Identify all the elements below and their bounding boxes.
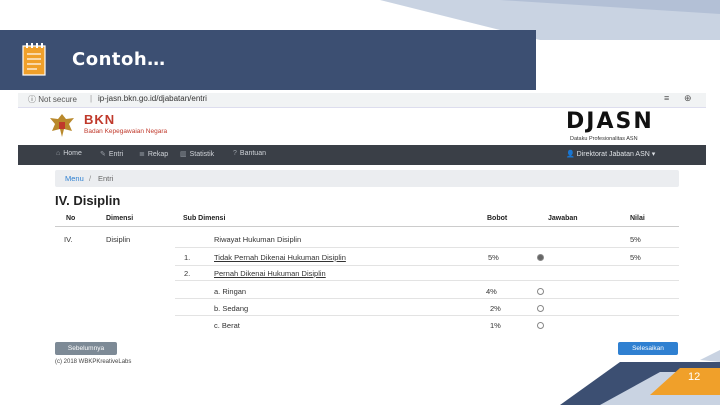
breadcrumb-separator: / <box>89 174 92 183</box>
cell-sub-dimensi: Tidak Pernah Dikenai Hukuman Disiplin <box>214 253 346 262</box>
cell-no: IV. <box>64 235 73 244</box>
site-header: BKN Badan Kepegawaian Negara DJASN Datak… <box>18 107 706 145</box>
nav-item-rekap[interactable]: ≣ Rekap <box>139 150 168 158</box>
nav-bar: ⌂ Home ✎ Entri ≣ Rekap ▥ Statistik ? Bantuan … <box>18 145 706 165</box>
nav-item-home[interactable]: ⌂ Home <box>56 150 82 157</box>
cell-nilai: 5% <box>630 235 641 244</box>
breadcrumb: Menu / Entri <box>55 170 679 187</box>
answer-radio[interactable] <box>537 254 544 261</box>
col-bobot: Bobot <box>487 215 508 222</box>
breadcrumb-home[interactable]: Menu <box>65 174 84 183</box>
answer-radio[interactable] <box>537 305 544 312</box>
user-icon: 👤 <box>566 151 577 158</box>
page-number: 12 <box>688 371 701 383</box>
home-icon: ⌂ <box>56 150 61 157</box>
cell-sub-dimensi: Riwayat Hukuman Disiplin <box>214 235 302 244</box>
col-sub-dimensi: Sub Dimensi <box>183 215 226 222</box>
website-screenshot: ⓘ Not secure | ip-jasn.bkn.go.id/djabata… <box>18 93 706 373</box>
nav-item-statistik[interactable]: ▥ Statistik <box>180 150 214 158</box>
cell-sub-dimensi: Pernah Dikenai Hukuman Disiplin <box>214 269 326 278</box>
answer-radio[interactable] <box>537 288 544 295</box>
edit-icon: ✎ <box>100 151 106 158</box>
bottom-decoration <box>560 350 720 405</box>
cell-sub-dimensi: a. Ringan <box>214 287 247 296</box>
help-icon: ? <box>233 150 237 157</box>
app-subtitle: Dataku Profesionalitas ASN <box>570 136 638 142</box>
security-label: ⓘ Not secure <box>28 95 77 104</box>
cell-bobot: 4% <box>486 287 497 296</box>
cell-sub-no: 2. <box>184 269 191 278</box>
cell-sub-dimensi: b. Sedang <box>214 304 249 313</box>
notepad-icon <box>22 43 46 76</box>
chart-icon: ▥ <box>180 151 187 158</box>
section-title: IV. Disiplin <box>55 193 121 208</box>
browser-address-bar: ⓘ Not secure | ip-jasn.bkn.go.id/djabata… <box>18 93 706 108</box>
cell-sub-dimensi: c. Berat <box>214 321 240 330</box>
url-text[interactable]: ip-jasn.bkn.go.id/djabatan/entri <box>98 94 207 103</box>
slide-title-bar: Contoh… <box>0 30 536 90</box>
cell-nilai: 5% <box>630 253 641 262</box>
org-name: BKN <box>84 112 116 127</box>
zoom-icon[interactable]: ⊕ <box>684 93 692 104</box>
cell-sub-no: 1. <box>184 253 191 262</box>
col-jawaban: Jawaban <box>548 215 578 222</box>
cell-bobot: 1% <box>490 321 501 330</box>
org-subtitle: Badan Kepegawaian Negara <box>84 128 168 135</box>
cell-bobot: 5% <box>488 253 499 262</box>
app-logo-text: DJASN <box>566 109 654 134</box>
cell-dimensi: Disiplin <box>106 235 131 244</box>
user-menu[interactable]: 👤 Direktorat Jabatan ASN ▾ <box>566 150 655 158</box>
header-divider <box>55 226 679 227</box>
col-dimensi: Dimensi <box>106 215 134 222</box>
breadcrumb-current: Entri <box>98 174 114 183</box>
garuda-emblem-icon <box>50 114 74 137</box>
list-icon: ≣ <box>139 151 145 158</box>
slide-title: Contoh… <box>72 49 166 70</box>
nav-item-entri[interactable]: ✎ Entri <box>100 150 123 158</box>
nav-item-bantuan[interactable]: ? Bantuan <box>233 150 266 157</box>
menu-icon[interactable]: ≡ <box>664 93 669 103</box>
col-nilai: Nilai <box>630 215 645 222</box>
col-no: No <box>66 215 76 222</box>
answer-radio[interactable] <box>537 322 544 329</box>
cell-bobot: 2% <box>490 304 501 313</box>
